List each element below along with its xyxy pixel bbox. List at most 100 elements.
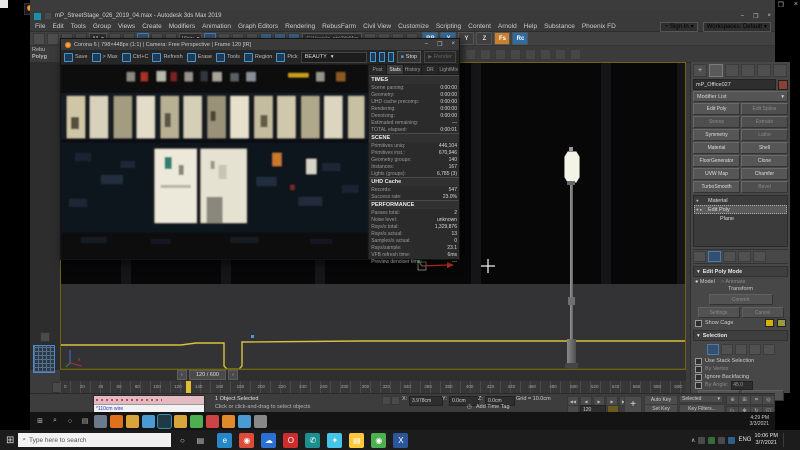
language-indicator[interactable]: ENG [738,437,751,443]
modifier-preset-button[interactable]: Edit Poly [693,103,740,115]
create-tab-icon[interactable]: + [693,64,707,77]
ignore-backfacing-checkbox[interactable] [695,374,702,381]
corona-minimize-button[interactable]: – [425,41,428,48]
menu-item[interactable]: Phoenix FD [582,23,616,30]
configure-modifier-sets-icon[interactable] [753,251,766,262]
inner-cortana-icon[interactable]: ○ [64,418,76,425]
modifier-preset-button[interactable]: Chamfer [741,168,788,180]
taskbar-app-icon[interactable]: e [217,433,232,448]
menu-item[interactable]: Create [142,23,162,30]
modify-tab-icon[interactable] [709,64,723,77]
max-maximize-button[interactable]: ❐ [753,13,758,20]
ribbon-icon[interactable] [570,49,581,60]
menu-item[interactable]: Content [468,23,491,30]
ribbon-icon[interactable] [465,49,476,60]
corona-tool-button[interactable]: Ctrl+C [122,53,149,62]
taskbar-app-icon[interactable]: ✆ [305,433,320,448]
defender-tray-icon[interactable] [708,437,715,444]
taskbar-app-icon[interactable] [94,415,107,428]
max-close-button[interactable]: × [767,13,771,20]
menu-item[interactable]: Modifiers [169,23,195,30]
new-key-button[interactable]: + [624,396,642,413]
quick-access-icon[interactable] [45,13,51,19]
inner-start-button[interactable]: ⊞ [34,417,46,425]
corona-close-button[interactable]: × [451,41,455,48]
menu-item[interactable]: Civil View [363,23,391,30]
add-time-tag[interactable]: Add Time Tag [476,404,510,410]
taskbar-app-icon[interactable] [254,415,267,428]
ribbon-icon[interactable] [480,49,491,60]
motion-tab-icon[interactable] [741,64,755,77]
plugin-toolbar-button[interactable]: Fs [494,32,510,45]
corona-tool-button[interactable]: Refresh [152,53,182,62]
plugin-toolbar-button[interactable]: Rc [512,32,528,45]
cancel-button[interactable]: Cancel [742,307,784,318]
key-selection-dropdown[interactable]: Selected▾ [679,395,723,403]
corona-tool-button[interactable]: Tools [216,53,240,62]
edge-mode-icon[interactable] [721,344,733,355]
outer-maximize-button[interactable]: ❐ [778,1,784,11]
menu-item[interactable]: Views [118,23,135,30]
modifier-stack-item[interactable]: ● ▸ Edit Poly [694,205,787,214]
make-unique-icon[interactable] [723,251,736,262]
menu-item[interactable]: Substance [544,23,575,30]
ribbon-icon[interactable] [495,49,506,60]
modifier-preset-button[interactable]: TurboSmooth [693,181,740,193]
corona-tool-button[interactable]: Save [64,53,88,62]
next-frame-button[interactable]: › [228,370,238,380]
render-element-dropdown[interactable]: BEAUTY▾ [301,52,367,63]
commit-button[interactable]: Commit [709,294,773,305]
menu-item[interactable]: Tools [71,23,86,30]
vertex-mode-icon[interactable] [707,344,719,355]
x-coordinate-field[interactable]: 3.978cm [409,396,443,406]
outer-close-button[interactable]: × [794,1,798,11]
plugin-toolbar-button[interactable]: Y [458,32,474,45]
corona-maximize-button[interactable]: ❐ [437,41,442,48]
menu-item[interactable]: File [35,23,45,30]
menu-item[interactable]: Scripting [436,23,461,30]
zoom-reset-icon[interactable] [379,52,385,62]
dock-button[interactable] [40,332,50,342]
modifier-stack-item[interactable]: Plane [694,214,787,223]
ribbon-icon[interactable] [555,49,566,60]
ribbon-icon[interactable] [525,49,536,60]
taskbar-app-icon[interactable] [110,415,123,428]
stop-render-button[interactable]: ■Stop [397,51,421,63]
use-stack-selection-checkbox[interactable] [695,358,702,365]
polygon-mode-icon[interactable] [749,344,761,355]
by-angle-field[interactable]: 45.0 [731,381,753,390]
isolate-selection-icon[interactable] [382,396,391,405]
pin-stack-icon[interactable] [693,251,706,262]
taskbar-app-icon[interactable]: ◉ [371,433,386,448]
corona-tab[interactable]: LightMix [439,65,459,74]
menu-item[interactable]: Customize [398,23,429,30]
menu-item[interactable]: Group [93,23,111,30]
inner-clock[interactable]: 4:29 PM 3/3/2021 [750,415,771,427]
by-vertex-checkbox[interactable] [695,366,702,373]
ribbon-tab-polygon-modeling[interactable]: Polyg [32,54,47,60]
by-angle-checkbox[interactable] [695,382,702,389]
cortana-icon[interactable]: ○ [175,436,189,445]
taskbar-app-icon[interactable] [174,415,187,428]
modifier-preset-button[interactable]: Edit Spline [741,103,788,115]
field-of-view-icon[interactable]: ◎ [762,395,775,405]
redo-icon[interactable] [47,33,59,45]
modifier-preset-button[interactable]: Extrude [741,116,788,128]
selection-rollout-header[interactable]: ▾ Selection [693,330,788,341]
menu-item[interactable]: Help [524,23,537,30]
taskbar-app-icon[interactable]: ☁ [261,433,276,448]
macro-recorder-field[interactable] [94,396,204,404]
modifier-preset-button[interactable]: Clone [741,155,788,167]
zoom-in-icon[interactable] [388,52,394,62]
model-radio[interactable]: ● Model [695,279,715,285]
plugin-toolbar-button[interactable]: Z [476,32,492,45]
undo-icon[interactable] [33,33,45,45]
cage-color-swatch[interactable] [765,319,774,327]
taskbar-app-icon[interactable] [206,415,219,428]
tray-caret-icon[interactable]: ∧ [691,437,695,444]
time-slider-handle[interactable]: ‹ 120 / 600 › [177,371,238,379]
remove-modifier-icon[interactable] [738,251,751,262]
menu-item[interactable]: Graph Editors [238,23,278,30]
corona-tool-button[interactable]: Region [244,53,272,62]
animate-radio[interactable]: ○ Animate [721,279,746,285]
